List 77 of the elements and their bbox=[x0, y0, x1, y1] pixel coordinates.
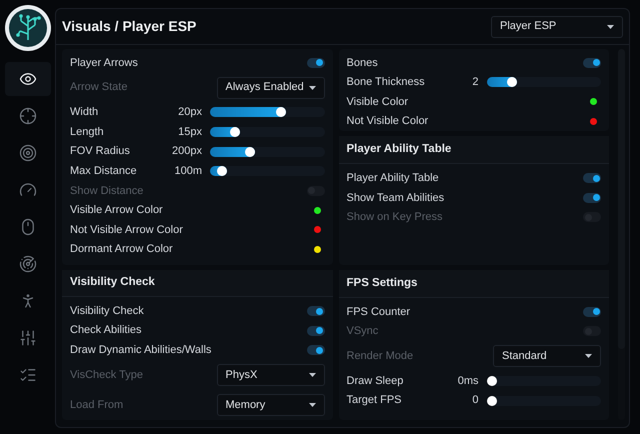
slider-value: 2 bbox=[472, 75, 478, 90]
setting-label: Arrow State bbox=[70, 80, 128, 96]
slider-thumb[interactable] bbox=[486, 396, 496, 406]
slider-thumb[interactable] bbox=[507, 77, 518, 88]
slider-value: 100m bbox=[174, 164, 202, 179]
toggle-switch[interactable] bbox=[306, 306, 324, 316]
caret-icon bbox=[308, 86, 316, 90]
setting-label: Player Arrows bbox=[70, 56, 138, 71]
setting-label: Not Visible Arrow Color bbox=[70, 222, 183, 238]
crosshair-icon bbox=[18, 107, 36, 125]
slider-track[interactable] bbox=[486, 376, 601, 386]
setting-label: Load From bbox=[70, 398, 124, 413]
section-title: Visibility Check bbox=[70, 275, 155, 290]
slider-track[interactable] bbox=[210, 166, 324, 176]
setting-label: Check Abilities bbox=[70, 323, 142, 338]
slider-track[interactable] bbox=[210, 126, 324, 137]
slider-value: 0ms bbox=[458, 374, 478, 389]
list-icon bbox=[18, 366, 36, 384]
section-title: Player Ability Table bbox=[346, 142, 452, 158]
setting-label: Width bbox=[70, 105, 98, 120]
setting-label: Player Ability Table bbox=[346, 170, 439, 186]
logo-icon bbox=[4, 4, 52, 52]
setting-label: Render Mode bbox=[346, 348, 414, 364]
slider-track[interactable] bbox=[210, 146, 324, 157]
slider-value: 200px bbox=[172, 144, 202, 160]
setting-label: Dormant Arrow Color bbox=[70, 242, 173, 258]
gauge-icon bbox=[18, 181, 36, 199]
slider-track[interactable] bbox=[486, 396, 601, 406]
setting-label: Not Visible Color bbox=[346, 114, 428, 130]
color-swatch[interactable] bbox=[314, 226, 320, 234]
setting-label: Max Distance bbox=[70, 164, 137, 179]
setting-label: Visibility Check bbox=[70, 304, 144, 319]
setting-label: Length bbox=[70, 124, 104, 140]
toggle-switch[interactable] bbox=[306, 58, 324, 68]
setting-label: Draw Dynamic Abilities/Walls bbox=[70, 342, 212, 358]
slider-track[interactable] bbox=[486, 77, 601, 88]
color-swatch[interactable] bbox=[314, 206, 320, 214]
caret-icon bbox=[308, 373, 316, 377]
toggle-switch[interactable] bbox=[583, 306, 601, 317]
toggle-switch[interactable] bbox=[306, 345, 324, 356]
setting-label: Visible Arrow Color bbox=[70, 203, 163, 218]
slider-thumb[interactable] bbox=[217, 166, 228, 176]
setting-label: Bone Thickness bbox=[346, 75, 425, 90]
setting-label: Draw Sleep bbox=[346, 374, 404, 389]
setting-label: Visible Color bbox=[346, 94, 408, 110]
setting-label: Target FPS bbox=[346, 393, 402, 408]
caret-icon bbox=[308, 403, 316, 407]
toggle-switch[interactable] bbox=[306, 326, 324, 336]
setting-label: Show Team Abilities bbox=[346, 190, 444, 206]
slider-thumb[interactable] bbox=[486, 376, 496, 386]
caret-icon bbox=[585, 354, 592, 358]
setting-label: FPS Counter bbox=[346, 304, 410, 320]
setting-label: VisCheck Type bbox=[70, 368, 143, 383]
eye-icon bbox=[18, 70, 36, 88]
setting-label: FOV Radius bbox=[70, 144, 130, 160]
color-swatch[interactable] bbox=[590, 118, 597, 126]
slider-track[interactable] bbox=[210, 107, 324, 118]
target-icon bbox=[18, 144, 36, 162]
slider-value: 15px bbox=[178, 124, 202, 140]
color-swatch[interactable] bbox=[314, 246, 320, 254]
toggle-switch[interactable] bbox=[583, 192, 601, 203]
caret-icon bbox=[607, 24, 614, 28]
setting-label: VSync bbox=[346, 324, 378, 340]
toggle-switch[interactable] bbox=[583, 173, 601, 184]
toggle-switch[interactable] bbox=[583, 58, 601, 68]
setting-label: Show Distance bbox=[70, 184, 144, 199]
setting-label: Bones bbox=[346, 56, 378, 71]
section-title: FPS Settings bbox=[346, 276, 418, 291]
setting-label: Show on Key Press bbox=[346, 210, 442, 226]
sliders-icon bbox=[18, 329, 36, 347]
slider-value: 20px bbox=[178, 105, 202, 120]
window-title: Visuals / Player ESP bbox=[62, 17, 196, 36]
color-swatch[interactable] bbox=[590, 98, 597, 106]
sidebar-tab[interactable] bbox=[4, 62, 50, 96]
slider-value: 0 bbox=[472, 393, 478, 408]
page-dropdown[interactable]: Player ESP bbox=[491, 16, 623, 38]
radar-icon bbox=[18, 255, 36, 273]
